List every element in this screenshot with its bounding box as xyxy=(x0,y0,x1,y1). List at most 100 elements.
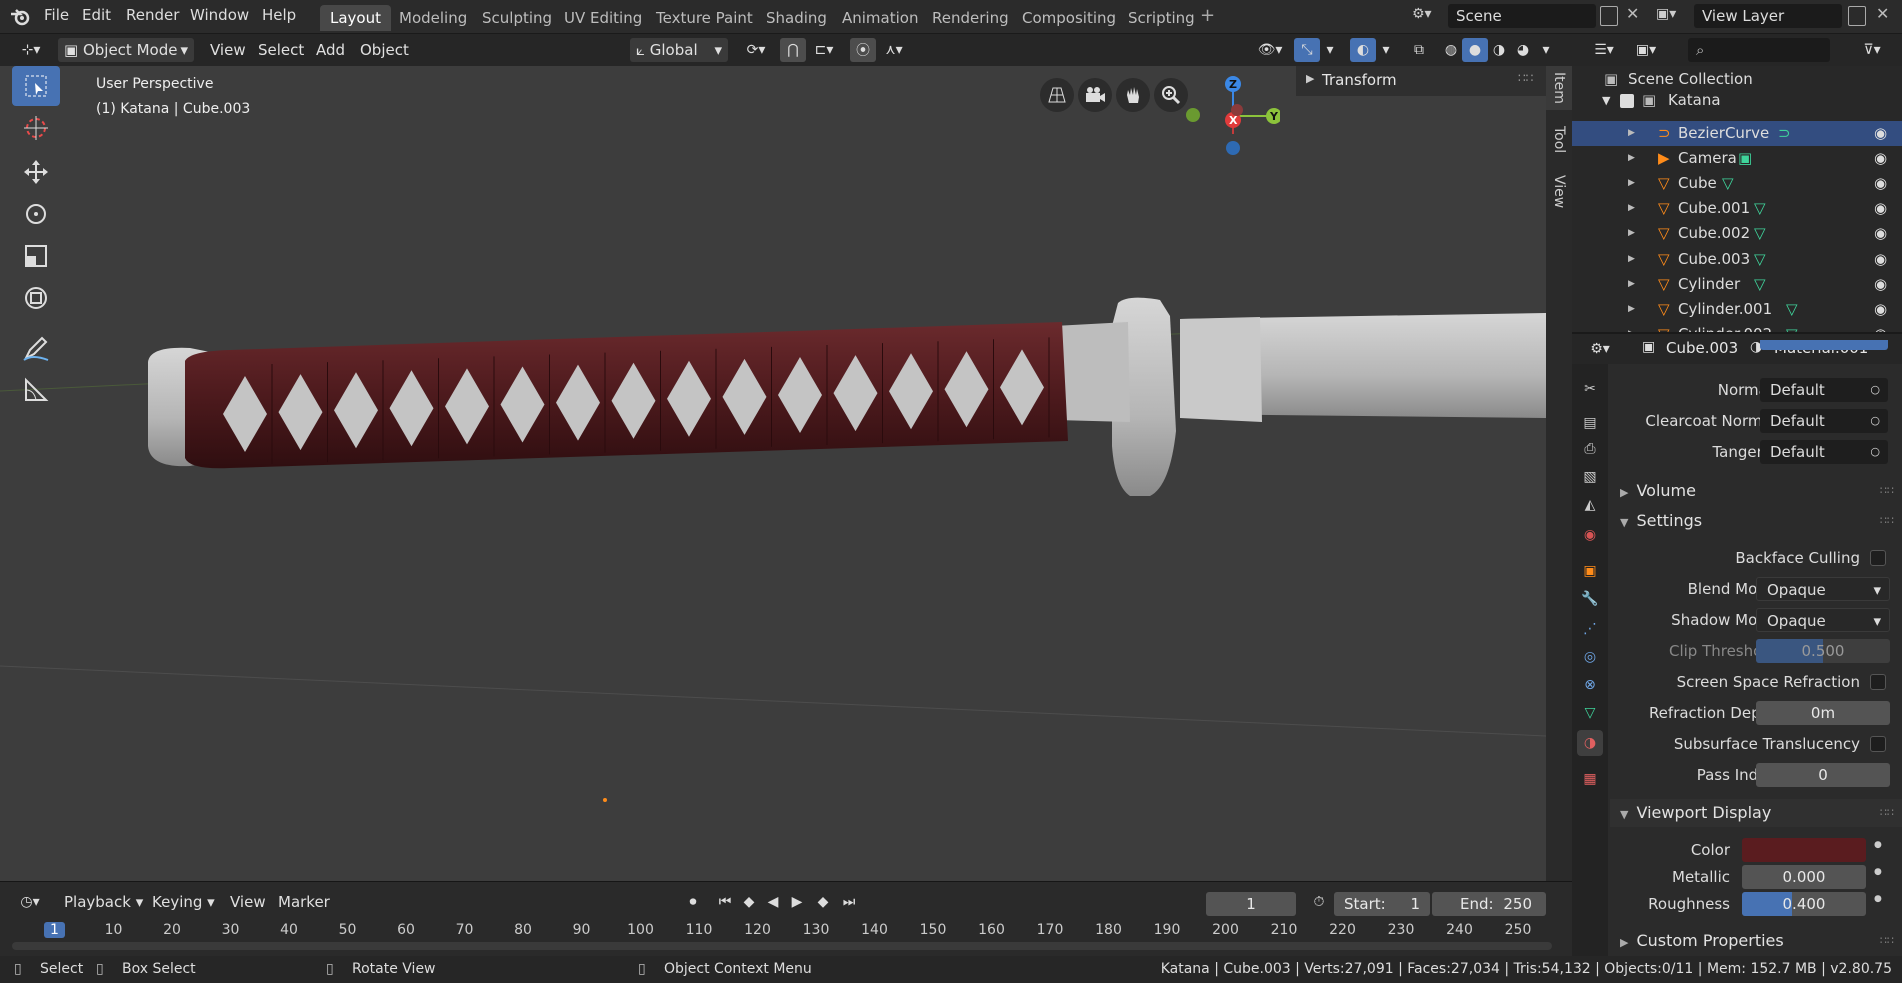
clip-threshold-slider[interactable]: 0.500 xyxy=(1756,639,1890,663)
world-tab-icon[interactable]: ◉ xyxy=(1577,522,1603,548)
jump-start-icon[interactable]: ⏮ xyxy=(712,890,738,914)
visibility-eye-icon[interactable]: ◉ xyxy=(1874,196,1887,221)
alpha-field[interactable] xyxy=(1760,340,1888,350)
expand-arrow-icon[interactable]: ▶ xyxy=(1628,272,1635,297)
blender-logo-icon[interactable] xyxy=(10,8,30,26)
xray-icon[interactable]: ⧉ xyxy=(1406,38,1432,62)
outliner-item[interactable]: ▶ ⊃ BezierCurve ⊃ ◉ xyxy=(1572,121,1902,146)
outliner-editor-icon[interactable]: ☰▾ xyxy=(1586,38,1622,62)
play-reverse-icon[interactable]: ◀ xyxy=(760,890,786,914)
data-tab-icon[interactable]: ▽ xyxy=(1577,700,1603,726)
filter-icon[interactable]: ⊽▾ xyxy=(1854,38,1890,62)
measure-tool[interactable] xyxy=(12,370,60,410)
prev-keyframe-icon[interactable]: ◆ xyxy=(736,890,762,914)
metallic-slider[interactable]: 0.000 xyxy=(1742,865,1866,889)
annotate-tool[interactable] xyxy=(12,328,60,368)
snap-target-icon[interactable]: ⊏▾ xyxy=(808,38,840,62)
tab-modeling[interactable]: Modeling xyxy=(389,5,477,31)
visibility-eye-icon[interactable]: ◉ xyxy=(1874,247,1887,272)
roughness-slider[interactable]: 0.400 xyxy=(1742,892,1866,916)
tab-sculpting[interactable]: Sculpting xyxy=(472,5,562,31)
custom-properties-panel[interactable]: ▶ Custom Properties ∷∷ xyxy=(1610,927,1902,955)
texture-tab-icon[interactable]: ▦ xyxy=(1577,766,1603,792)
transform-panel-header[interactable]: ▶ Transform ∷∷ xyxy=(1296,66,1546,96)
object-data-icon[interactable]: ⊃ xyxy=(1778,121,1791,146)
outliner-item[interactable]: ▶ ▶ Camera ▣ ◉ xyxy=(1572,146,1902,171)
editor-type-icon[interactable]: ⊹▾ xyxy=(12,38,50,62)
expand-arrow-icon[interactable]: ▶ xyxy=(1628,196,1635,221)
visibility-eye-icon[interactable]: ◉ xyxy=(1874,272,1887,297)
pass-index-field[interactable]: 0 xyxy=(1756,763,1890,787)
visibility-eye-icon[interactable]: ◉ xyxy=(1874,297,1887,322)
expand-arrow-icon[interactable]: ▼ xyxy=(1602,88,1610,113)
object-tab-icon[interactable]: ▣ xyxy=(1577,558,1603,584)
checkbox-icon[interactable] xyxy=(1620,94,1634,108)
scale-tool[interactable] xyxy=(12,236,60,276)
outliner-item[interactable]: ▶ ▽ Cylinder.001 ▽ ◉ xyxy=(1572,297,1902,322)
jump-end-icon[interactable]: ⏭ xyxy=(836,890,862,914)
material-shading-icon[interactable]: ◑ xyxy=(1486,38,1512,62)
color-swatch[interactable] xyxy=(1742,838,1866,862)
menu-window[interactable]: Window xyxy=(190,6,249,24)
outliner-item[interactable]: ▶ ▽ Cube ▽ ◉ xyxy=(1572,171,1902,196)
new-scene-icon[interactable] xyxy=(1600,6,1618,26)
refraction-depth-field[interactable]: 0m xyxy=(1756,701,1890,725)
scene-tab-icon[interactable]: ◭ xyxy=(1577,492,1603,518)
keyframe-dot-icon[interactable]: ● xyxy=(1874,894,1882,904)
cursor-tool[interactable] xyxy=(12,108,60,148)
visibility-eye-icon[interactable]: ◉ xyxy=(1874,121,1887,146)
menu-view[interactable]: View xyxy=(204,38,252,62)
scene-selector-icon[interactable]: ⚙▾ xyxy=(1412,6,1448,28)
outliner-item[interactable]: ▶ ▽ Cylinder ▽ ◉ xyxy=(1572,272,1902,297)
menu-playback[interactable]: Playback ▾ xyxy=(58,890,149,914)
object-data-icon[interactable]: ▽ xyxy=(1722,171,1734,196)
play-icon[interactable]: ▶ xyxy=(784,890,810,914)
scene-field[interactable]: Scene xyxy=(1448,4,1596,28)
render-tab-icon[interactable]: ▤ xyxy=(1577,410,1603,436)
end-frame-field[interactable]: End: 250 xyxy=(1432,892,1546,916)
constraints-tab-icon[interactable]: ⊗ xyxy=(1577,672,1603,698)
shadow-mode-select[interactable]: Opaque ▾ xyxy=(1756,608,1890,632)
tab-animation[interactable]: Animation xyxy=(832,5,928,31)
particles-tab-icon[interactable]: ⋰ xyxy=(1577,616,1603,642)
frame-ruler[interactable]: 1 10 20 30 40 50 60 70 80 90 100 110 120 130 140 150 160… xyxy=(0,920,1572,940)
clearcoat-field[interactable]: Default ○ xyxy=(1760,409,1888,433)
tab-uv-editing[interactable]: UV Editing xyxy=(554,5,652,31)
expand-arrow-icon[interactable]: ▶ xyxy=(1628,297,1635,322)
visibility-eye-icon[interactable]: ◉ xyxy=(1874,221,1887,246)
tab-layout[interactable]: Layout xyxy=(320,5,391,31)
menu-timeline-view[interactable]: View xyxy=(224,890,272,914)
menu-render[interactable]: Render xyxy=(126,6,179,24)
output-tab-icon[interactable]: ⎙ xyxy=(1577,436,1603,462)
menu-edit[interactable]: Edit xyxy=(82,6,111,24)
blend-mode-select[interactable]: Opaque ▾ xyxy=(1756,577,1890,601)
start-frame-field[interactable]: Start: 1 xyxy=(1334,892,1430,916)
mode-select[interactable]: ▣ Object Mode ▾ xyxy=(58,38,194,62)
menu-select[interactable]: Select xyxy=(252,38,310,62)
rendered-shading-icon[interactable]: ◕ xyxy=(1510,38,1536,62)
keyframe-dot-icon[interactable]: ● xyxy=(1874,840,1882,850)
expand-arrow-icon[interactable]: ▶ xyxy=(1628,221,1635,246)
expand-arrow-icon[interactable]: ▶ xyxy=(1628,121,1635,146)
delete-view-layer-icon[interactable]: ✕ xyxy=(1876,4,1889,23)
timeline-editor-icon[interactable]: ◷▾ xyxy=(12,890,48,914)
navigation-gizmo[interactable]: Z Y X xyxy=(1180,76,1280,186)
volume-panel[interactable]: ▶ Volume ∷∷ xyxy=(1610,477,1902,505)
object-data-icon[interactable]: ▽ xyxy=(1786,297,1798,322)
toggle-ortho-icon[interactable] xyxy=(1040,78,1074,112)
object-data-icon[interactable]: ▣ xyxy=(1738,146,1752,171)
physics-tab-icon[interactable]: ◎ xyxy=(1577,644,1603,670)
solid-shading-icon[interactable]: ● xyxy=(1462,38,1488,62)
snap-icon[interactable]: ⋂ xyxy=(780,38,806,62)
expand-arrow-icon[interactable]: ▶ xyxy=(1628,171,1635,196)
object-data-icon[interactable]: ▽ xyxy=(1754,221,1766,246)
transform-tool[interactable] xyxy=(12,278,60,318)
chevron-down-icon[interactable]: ▾ xyxy=(1376,38,1396,62)
falloff-icon[interactable]: ⋏▾ xyxy=(878,38,910,62)
expand-arrow-icon[interactable]: ▶ xyxy=(1628,146,1635,171)
timeline-scrollbar[interactable] xyxy=(12,942,1552,950)
rotate-tool[interactable] xyxy=(12,194,60,234)
menu-keying[interactable]: Keying ▾ xyxy=(146,890,221,914)
menu-add[interactable]: Add xyxy=(310,38,351,62)
keyframe-dot-icon[interactable]: ● xyxy=(1874,867,1882,877)
